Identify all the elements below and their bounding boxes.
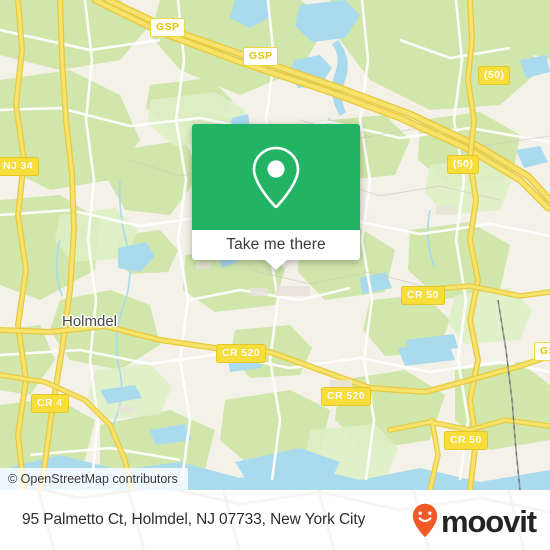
map-canvas[interactable]: GSP GSP GSP (50) (50) NJ 34 CR 50 CR 520 CR 520 C… (0, 0, 550, 490)
address-text: 95 Palmetto Ct, Holmdel, NJ 07733, New Y… (22, 511, 366, 528)
road-shield-cr-50: CR 50 (401, 286, 445, 305)
road-shield-50: (50) (447, 155, 480, 174)
popup-header (192, 124, 360, 230)
road-shield-gsp: GSP (150, 18, 186, 37)
moovit-smiley-pin-icon (412, 503, 438, 537)
attribution-text: © OpenStreetMap contributors (8, 472, 178, 486)
moovit-logo[interactable]: moovit (412, 503, 537, 539)
road-shield-cr-50: CR 50 (444, 431, 488, 450)
place-label-holmdel: Holmdel (62, 313, 118, 330)
road-shield-cr-520: CR 520 (321, 387, 372, 406)
take-me-there-label: Take me there (226, 236, 326, 253)
popup-tail (265, 260, 287, 270)
map-attribution[interactable]: © OpenStreetMap contributors (0, 468, 188, 490)
road-shield-nj-34: NJ 34 (0, 157, 40, 176)
take-me-there-button[interactable]: Take me there (192, 230, 360, 260)
road-shield-gsp: GSP (243, 47, 279, 66)
road-shield-cr-520: CR 520 (216, 344, 267, 363)
moovit-map-screen: GSP GSP GSP (50) (50) NJ 34 CR 50 CR 520 CR 520 C… (0, 0, 550, 550)
road-shield-50: (50) (478, 66, 511, 85)
moovit-wordmark: moovit (440, 503, 537, 539)
map-pin-icon (252, 146, 300, 209)
location-popup-card[interactable]: Take me there (192, 124, 360, 270)
road-shield-cr-4: CR 4 (31, 394, 69, 413)
road-shield-gsp: GSP (534, 342, 550, 361)
footer-bar: 95 Palmetto Ct, Holmdel, NJ 07733, New Y… (0, 490, 550, 550)
